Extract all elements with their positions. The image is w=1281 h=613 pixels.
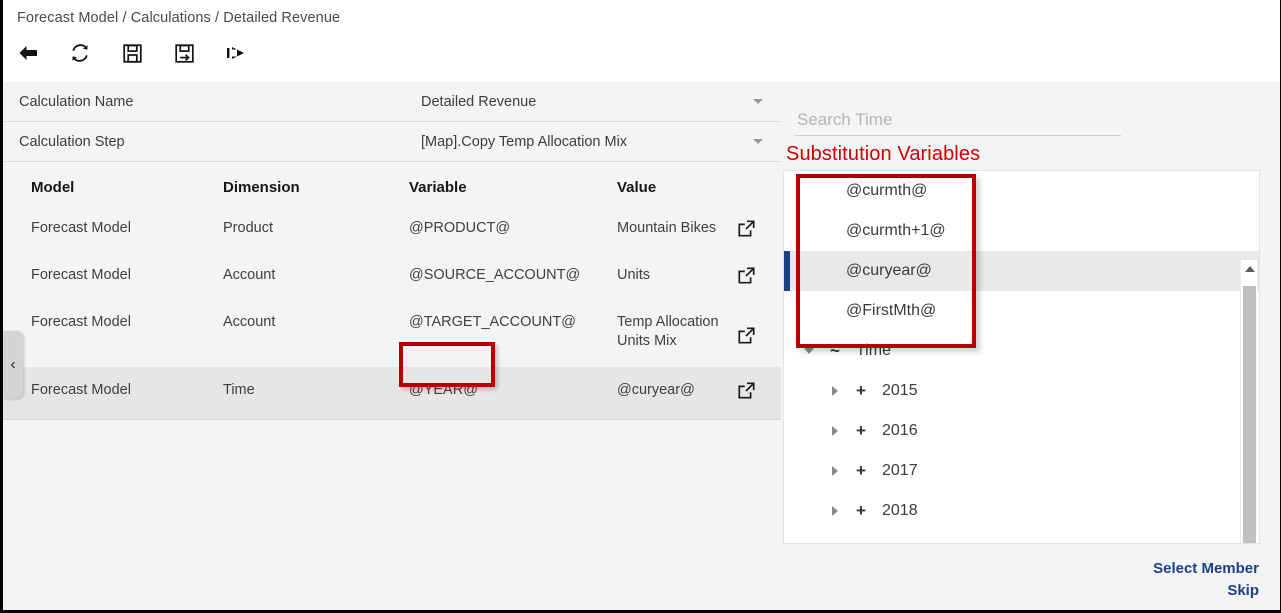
table-row[interactable]: Forecast Model Product @PRODUCT@ Mountai… <box>3 207 781 254</box>
cell-dimension: Time <box>223 382 255 398</box>
column-header-value: Value <box>617 179 657 196</box>
calculation-step-value: [Map].Copy Temp Allocation Mix <box>421 133 628 150</box>
toolbar <box>13 38 251 68</box>
cell-value: Mountain Bikes <box>617 220 717 236</box>
substitution-variable-item[interactable]: @curmth@ <box>784 171 1259 211</box>
tree-node-2018[interactable]: + 2018 <box>784 491 1259 531</box>
scroll-up-button[interactable] <box>1241 260 1258 277</box>
substitution-variable-label: @curmth+1@ <box>846 222 946 239</box>
cell-variable: @PRODUCT@ <box>409 220 511 236</box>
open-member-selector-button[interactable] <box>737 266 781 291</box>
expand-arrow-icon[interactable] <box>824 506 846 516</box>
table-row[interactable]: Forecast Model Account @SOURCE_ACCOUNT@ … <box>3 254 781 301</box>
tree-node-label: Time <box>856 342 891 359</box>
refresh-button[interactable] <box>65 38 95 68</box>
cell-dimension: Account <box>223 267 276 283</box>
calculation-name-row[interactable]: Calculation Name Detailed Revenue <box>3 82 781 122</box>
calculation-name-value: Detailed Revenue <box>421 93 537 110</box>
calculation-step-label: Calculation Step <box>19 133 125 150</box>
tree-vertical-scrollbar[interactable] <box>1240 260 1258 543</box>
cell-model: Forecast Model <box>31 314 131 330</box>
save-button[interactable] <box>117 38 147 68</box>
cell-variable: @SOURCE_ACCOUNT@ <box>409 267 581 283</box>
consolidation-operator: + <box>856 381 866 400</box>
calculation-step-chevron-down-icon[interactable] <box>753 139 763 144</box>
column-header-variable: Variable <box>409 179 467 196</box>
calculation-name-label: Calculation Name <box>19 93 134 110</box>
tree-node-2016[interactable]: + 2016 <box>784 411 1259 451</box>
expand-arrow-icon[interactable] <box>798 348 820 354</box>
substitution-variable-item-selected[interactable]: @curyear@ <box>784 251 1259 291</box>
consolidation-operator: + <box>856 501 866 520</box>
member-selector-pane: Substitution Variables @curmth@ @curmth+… <box>781 82 1280 610</box>
substitution-variable-label: @curyear@ <box>846 262 932 279</box>
calculation-name-chevron-down-icon[interactable] <box>753 99 763 104</box>
open-member-selector-button[interactable] <box>737 381 781 406</box>
open-member-selector-button[interactable] <box>737 219 781 244</box>
cell-value: Units <box>617 267 651 283</box>
save-as-floppy-icon <box>174 43 195 64</box>
search-field-wrapper <box>795 110 1121 136</box>
search-input[interactable] <box>795 110 1121 136</box>
cell-dimension: Product <box>223 220 273 236</box>
expand-arrow-icon[interactable] <box>824 466 846 476</box>
external-link-icon <box>737 381 756 406</box>
cell-model: Forecast Model <box>31 382 131 398</box>
tree-node-label: 2015 <box>882 382 918 399</box>
run-button[interactable] <box>221 38 251 68</box>
cell-variable: @TARGET_ACCOUNT@ <box>409 314 576 330</box>
cell-value: @curyear@ <box>617 382 695 398</box>
open-member-selector-button[interactable] <box>737 326 781 351</box>
collapse-panel-handle[interactable]: ‹ <box>3 331 23 398</box>
tree-node-label: 2016 <box>882 422 918 439</box>
cell-model: Forecast Model <box>31 220 131 236</box>
tree-node-2017[interactable]: + 2017 <box>784 451 1259 491</box>
select-member-link[interactable]: Select Member <box>1153 558 1259 580</box>
refresh-icon <box>69 42 91 64</box>
cell-dimension: Account <box>223 314 276 330</box>
consolidation-operator: ~ <box>830 341 840 360</box>
external-link-icon <box>737 266 756 291</box>
tree-node-label: 2017 <box>882 462 918 479</box>
application-window: Forecast Model / Calculations / Detailed… <box>0 0 1281 613</box>
cell-model: Forecast Model <box>31 267 131 283</box>
save-as-button[interactable] <box>169 38 199 68</box>
breadcrumb: Forecast Model / Calculations / Detailed… <box>17 10 341 26</box>
scrollbar-thumb[interactable] <box>1243 286 1256 543</box>
calculation-step-row[interactable]: Calculation Step [Map].Copy Temp Allocat… <box>3 122 781 162</box>
expand-arrow-icon[interactable] <box>824 426 846 436</box>
consolidation-operator: + <box>856 461 866 480</box>
table-header-row: Model Dimension Variable Value <box>3 162 781 207</box>
substitution-variable-item[interactable]: @FirstMth@ <box>784 291 1259 331</box>
external-link-icon <box>737 326 756 351</box>
column-header-dimension: Dimension <box>223 179 300 196</box>
tree-node-2015[interactable]: + 2015 <box>784 371 1259 411</box>
table-row[interactable]: Forecast Model Time @YEAR@ @curyear@ <box>3 367 781 420</box>
substitution-variable-item[interactable]: @curmth+1@ <box>784 211 1259 251</box>
table-row[interactable]: Forecast Model Account @TARGET_ACCOUNT@ … <box>3 301 781 367</box>
member-selector-actions: Select Member Skip <box>1153 558 1259 602</box>
tree-node-time[interactable]: ~ Time <box>784 331 1259 371</box>
skip-link[interactable]: Skip <box>1153 580 1259 602</box>
substitution-variable-label: @curmth@ <box>846 182 928 199</box>
external-link-icon <box>737 219 756 244</box>
chevron-left-icon: ‹ <box>10 355 16 373</box>
cell-variable: @YEAR@ <box>409 382 478 398</box>
expand-arrow-icon[interactable] <box>824 386 846 396</box>
substitution-variables-heading: Substitution Variables <box>786 143 981 165</box>
member-tree-panel: @curmth@ @curmth+1@ @curyear@ @FirstMth@… <box>783 170 1260 544</box>
save-floppy-icon <box>122 43 143 64</box>
variables-table: Model Dimension Variable Value Forecast … <box>3 162 781 420</box>
column-header-model: Model <box>31 179 75 196</box>
cell-value: Temp Allocation Units Mix <box>617 314 719 349</box>
consolidation-operator: + <box>856 421 866 440</box>
back-arrow-icon <box>17 44 39 62</box>
tree-node-label: 2018 <box>882 502 918 519</box>
substitution-variable-label: @FirstMth@ <box>846 302 937 319</box>
run-arrow-icon <box>225 43 247 63</box>
back-button[interactable] <box>13 38 43 68</box>
calculation-detail-pane: Calculation Name Detailed Revenue Calcul… <box>3 82 781 610</box>
